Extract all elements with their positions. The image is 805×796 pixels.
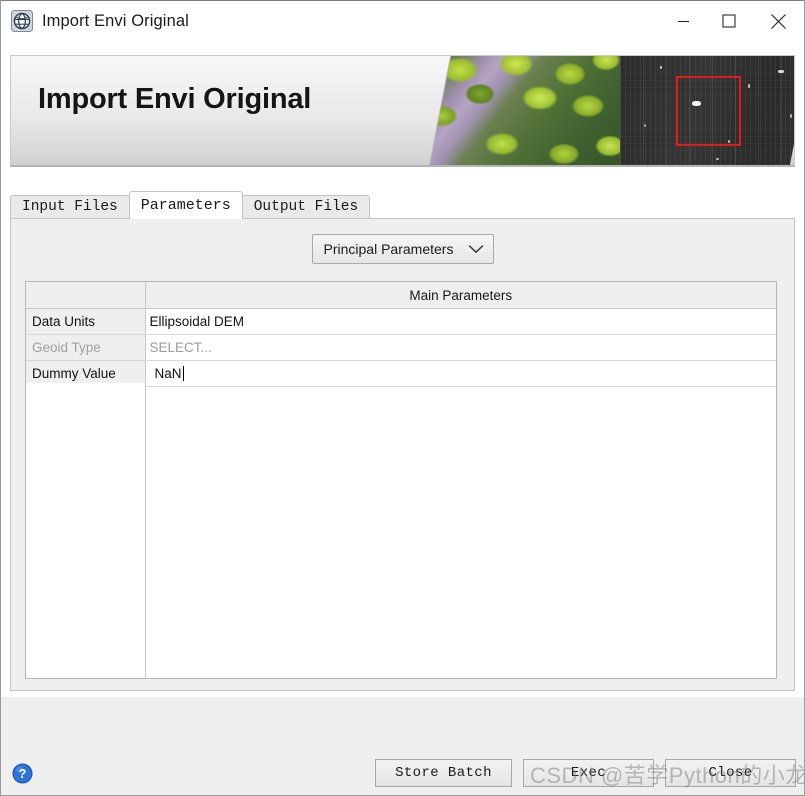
help-icon: ? xyxy=(12,763,33,784)
table-header-row: Main Parameters xyxy=(26,282,776,309)
import-envi-original-window: Import Envi Original Import Envi Origina… xyxy=(0,0,805,796)
parameters-table-frame: Main Parameters Data Units Ellipsoidal D… xyxy=(25,281,777,679)
header-banner: Import Envi Original xyxy=(10,55,795,167)
table-header-blank xyxy=(26,282,146,309)
row-value-geoid-type[interactable]: SELECT... xyxy=(145,334,776,361)
minimize-button[interactable] xyxy=(660,1,706,41)
parameter-group-select[interactable]: Principal Parameters xyxy=(311,234,494,264)
parameter-group-value: Principal Parameters xyxy=(323,241,454,257)
banner-title: Import Envi Original xyxy=(38,83,312,115)
tab-input-files[interactable]: Input Files xyxy=(10,195,130,219)
aerial-optical-forest-image xyxy=(427,56,620,165)
row-label-data-units: Data Units xyxy=(26,308,146,335)
window-title: Import Envi Original xyxy=(42,11,189,30)
svg-text:?: ? xyxy=(19,767,27,781)
title-bar: Import Envi Original xyxy=(1,1,804,41)
maximize-button[interactable] xyxy=(706,1,752,41)
footer-button-bar: Store Batch Exec Close xyxy=(375,759,796,787)
parameter-group-row: Principal Parameters xyxy=(11,219,794,273)
text-cursor xyxy=(182,366,184,381)
close-dialog-button[interactable]: Close xyxy=(665,759,796,787)
close-icon xyxy=(770,13,786,29)
sar-region-annotation xyxy=(676,76,741,146)
row-value-data-units[interactable]: Ellipsoidal DEM xyxy=(145,308,776,335)
dummy-value-input[interactable]: NaN xyxy=(146,362,775,385)
table-row: Data Units Ellipsoidal DEM xyxy=(26,308,776,335)
exec-button[interactable]: Exec xyxy=(523,759,654,787)
banner-imagery xyxy=(427,56,794,165)
minimize-icon xyxy=(677,20,689,22)
close-button[interactable] xyxy=(752,1,804,41)
dummy-value-text: NaN xyxy=(154,366,182,381)
tab-parameters[interactable]: Parameters xyxy=(128,191,243,219)
help-button[interactable]: ? xyxy=(12,763,33,784)
maximize-icon xyxy=(722,14,736,28)
table-row: Geoid Type SELECT... xyxy=(26,334,776,361)
sar-grayscale-image xyxy=(620,56,794,165)
tab-output-files[interactable]: Output Files xyxy=(241,195,371,219)
footer-bar: ? Store Batch Exec Close xyxy=(1,697,804,795)
row-label-geoid-type: Geoid Type xyxy=(26,334,146,361)
store-batch-button[interactable]: Store Batch xyxy=(375,759,512,787)
parameters-panel: Principal Parameters Main Parameters Dat… xyxy=(10,218,795,691)
chevron-down-icon xyxy=(468,245,483,253)
table-header-main-parameters: Main Parameters xyxy=(145,282,776,309)
row-value-dummy-value[interactable]: NaN xyxy=(145,360,776,387)
window-controls xyxy=(660,1,804,41)
tab-strip: Input Files Parameters Output Files xyxy=(10,191,795,219)
globe-icon xyxy=(11,10,33,32)
